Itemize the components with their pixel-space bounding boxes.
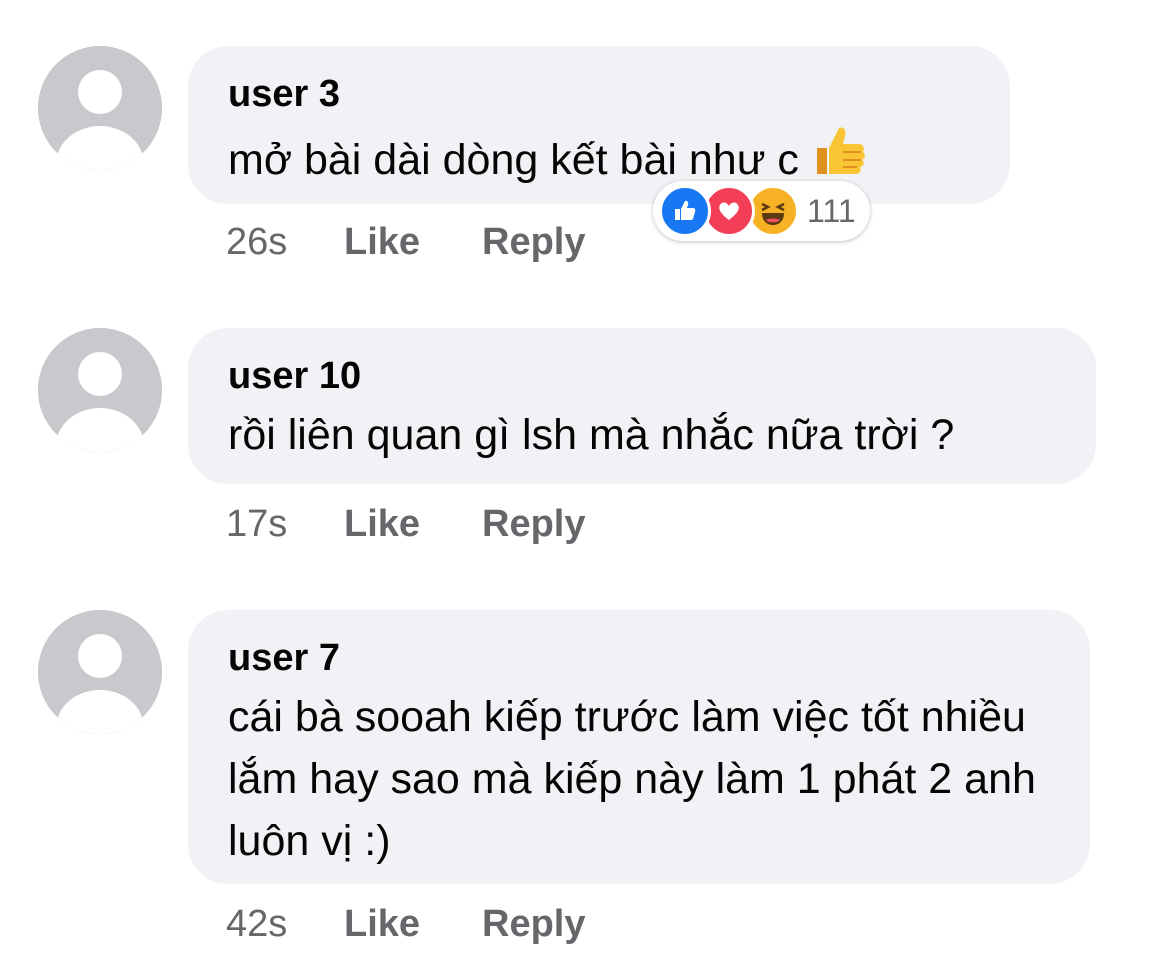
- comment-bubble: user 7 cái bà sooah kiếp trước làm việc …: [188, 610, 1090, 884]
- like-button[interactable]: Like: [344, 220, 482, 264]
- like-button[interactable]: Like: [344, 902, 482, 946]
- comment-timestamp[interactable]: 17s: [226, 502, 344, 546]
- like-reaction-icon: [659, 185, 711, 237]
- reaction-count: 111: [807, 192, 856, 229]
- comment-timestamp[interactable]: 42s: [226, 902, 344, 946]
- default-avatar-icon: [38, 610, 162, 734]
- avatar[interactable]: [38, 610, 162, 734]
- comment-text: rồi liên quan gì lsh mà nhắc nữa trời ?: [228, 411, 955, 459]
- default-avatar-icon: [38, 328, 162, 452]
- comment-timestamp[interactable]: 26s: [226, 220, 344, 264]
- avatar[interactable]: [38, 46, 162, 170]
- avatar[interactable]: [38, 328, 162, 452]
- default-avatar-icon: [38, 46, 162, 170]
- comment-actions: 17s Like Reply: [226, 502, 585, 546]
- comment-actions: 42s Like Reply: [226, 902, 585, 946]
- comment-text: mở bài dài dòng kết bài như c: [228, 136, 799, 184]
- comment-bubble: user 3 mở bài dài dòng kết bài như c: [188, 46, 1010, 204]
- comment-author[interactable]: user 7: [228, 636, 1050, 680]
- like-button[interactable]: Like: [344, 502, 482, 546]
- reply-button[interactable]: Reply: [482, 502, 585, 546]
- comment-author[interactable]: user 3: [228, 72, 970, 116]
- comment-text: cái bà sooah kiếp trước làm việc tốt nhi…: [228, 693, 1036, 865]
- reply-button[interactable]: Reply: [482, 220, 585, 264]
- comment-author[interactable]: user 10: [228, 354, 1056, 398]
- comment-actions: 26s Like Reply: [226, 220, 585, 264]
- comment-text-line: mở bài dài dòng kết bài như c: [228, 122, 970, 197]
- reactions-summary[interactable]: 111: [653, 181, 870, 241]
- comment-bubble: user 10 rồi liên quan gì lsh mà nhắc nữa…: [188, 328, 1096, 484]
- reply-button[interactable]: Reply: [482, 902, 585, 946]
